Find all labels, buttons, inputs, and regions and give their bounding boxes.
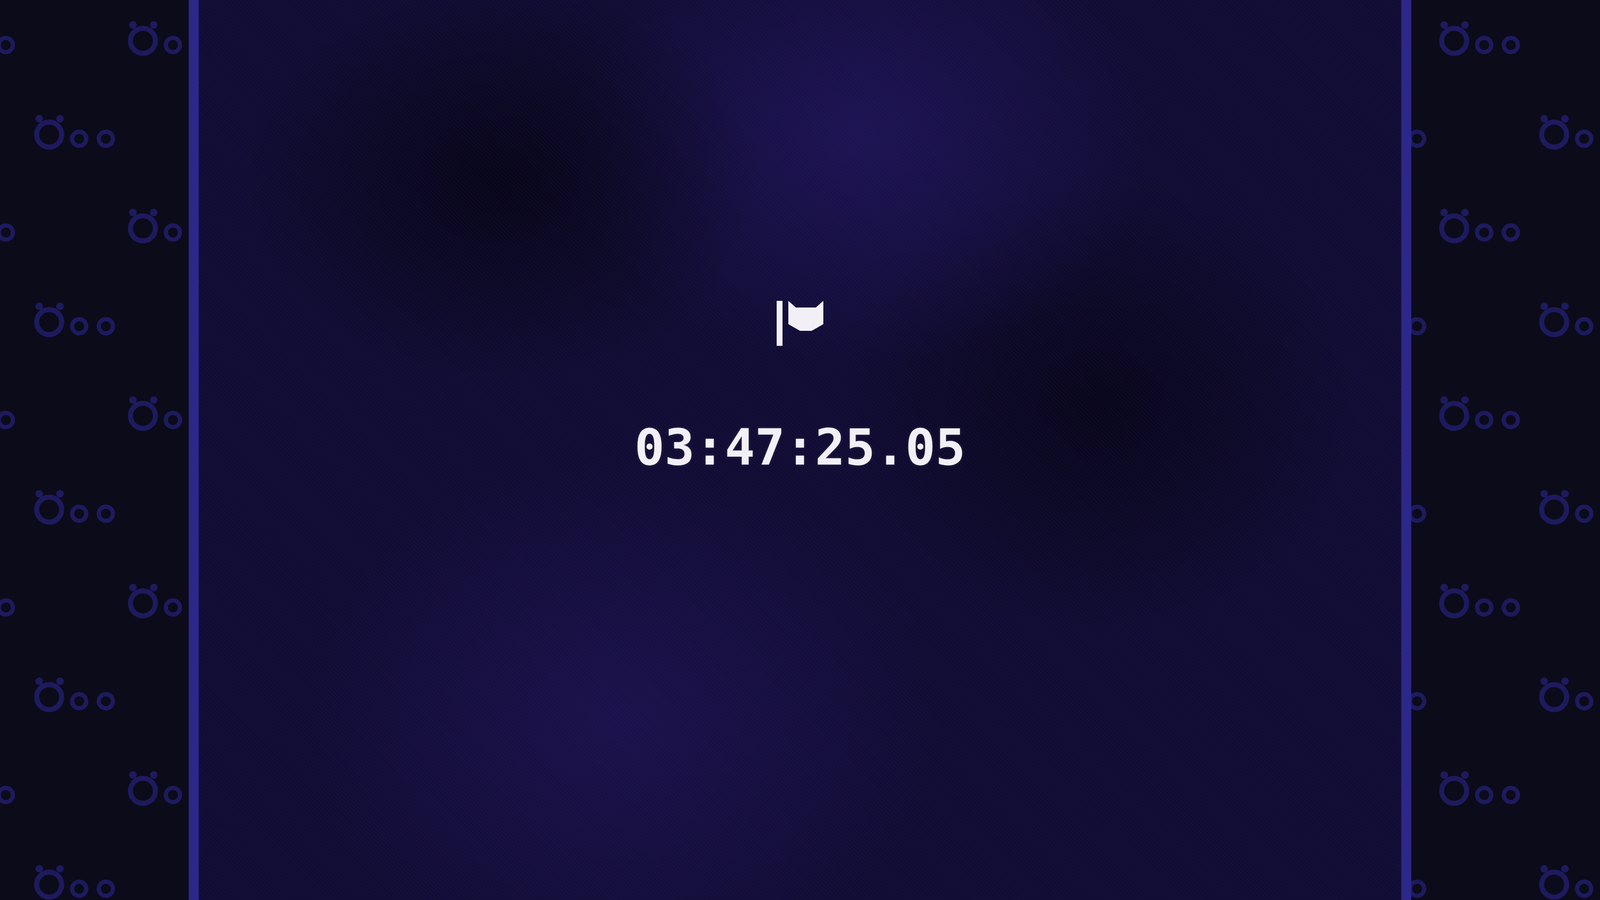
result-stage: 03:47:25.05 xyxy=(198,0,1402,900)
right-side-panel xyxy=(1411,0,1600,900)
final-time: 03:47:25.05 xyxy=(631,418,970,477)
finish-flag-icon xyxy=(776,300,824,346)
left-divider xyxy=(188,0,199,900)
right-divider xyxy=(1401,0,1412,900)
right-pattern xyxy=(1411,0,1600,900)
finish-screen: 03:47:25.05 xyxy=(0,0,1600,900)
left-side-panel xyxy=(0,0,189,900)
left-pattern xyxy=(0,0,189,900)
